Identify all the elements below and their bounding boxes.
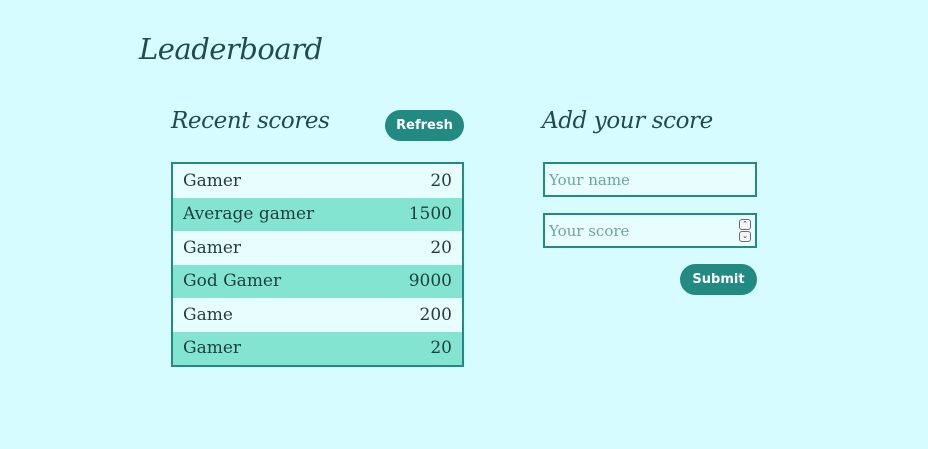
player-name: God Gamer bbox=[183, 271, 282, 292]
recent-scores-heading: Recent scores bbox=[171, 108, 330, 134]
table-row: Game 200 bbox=[173, 298, 462, 332]
refresh-button[interactable]: Refresh bbox=[385, 110, 464, 141]
page-title: Leaderboard bbox=[139, 32, 323, 66]
player-name: Game bbox=[183, 304, 233, 325]
score-input[interactable] bbox=[545, 215, 755, 246]
table-row: Gamer 20 bbox=[173, 231, 462, 265]
score-field: ⌃ ⌄ bbox=[543, 213, 757, 248]
name-field bbox=[543, 162, 757, 197]
name-input[interactable] bbox=[545, 164, 755, 195]
player-score: 20 bbox=[430, 338, 452, 359]
player-score: 20 bbox=[430, 237, 452, 258]
table-row: Gamer 20 bbox=[173, 331, 462, 365]
chevron-up-icon[interactable]: ⌃ bbox=[739, 219, 751, 230]
player-name: Gamer bbox=[183, 338, 242, 359]
table-row: God Gamer 9000 bbox=[173, 264, 462, 298]
scores-table: Gamer 20 Average gamer 1500 Gamer 20 God… bbox=[171, 162, 464, 367]
player-name: Gamer bbox=[183, 237, 242, 258]
player-score: 200 bbox=[419, 304, 452, 325]
player-score: 1500 bbox=[408, 204, 452, 225]
chevron-down-icon[interactable]: ⌄ bbox=[739, 231, 751, 242]
submit-button[interactable]: Submit bbox=[680, 264, 757, 295]
player-score: 20 bbox=[430, 170, 452, 191]
table-row: Average gamer 1500 bbox=[173, 197, 462, 231]
player-name: Average gamer bbox=[183, 204, 315, 225]
player-score: 9000 bbox=[408, 271, 452, 292]
player-name: Gamer bbox=[183, 170, 242, 191]
score-stepper[interactable]: ⌃ ⌄ bbox=[739, 219, 751, 242]
table-row: Gamer 20 bbox=[173, 164, 462, 198]
add-score-heading: Add your score bbox=[542, 108, 713, 134]
